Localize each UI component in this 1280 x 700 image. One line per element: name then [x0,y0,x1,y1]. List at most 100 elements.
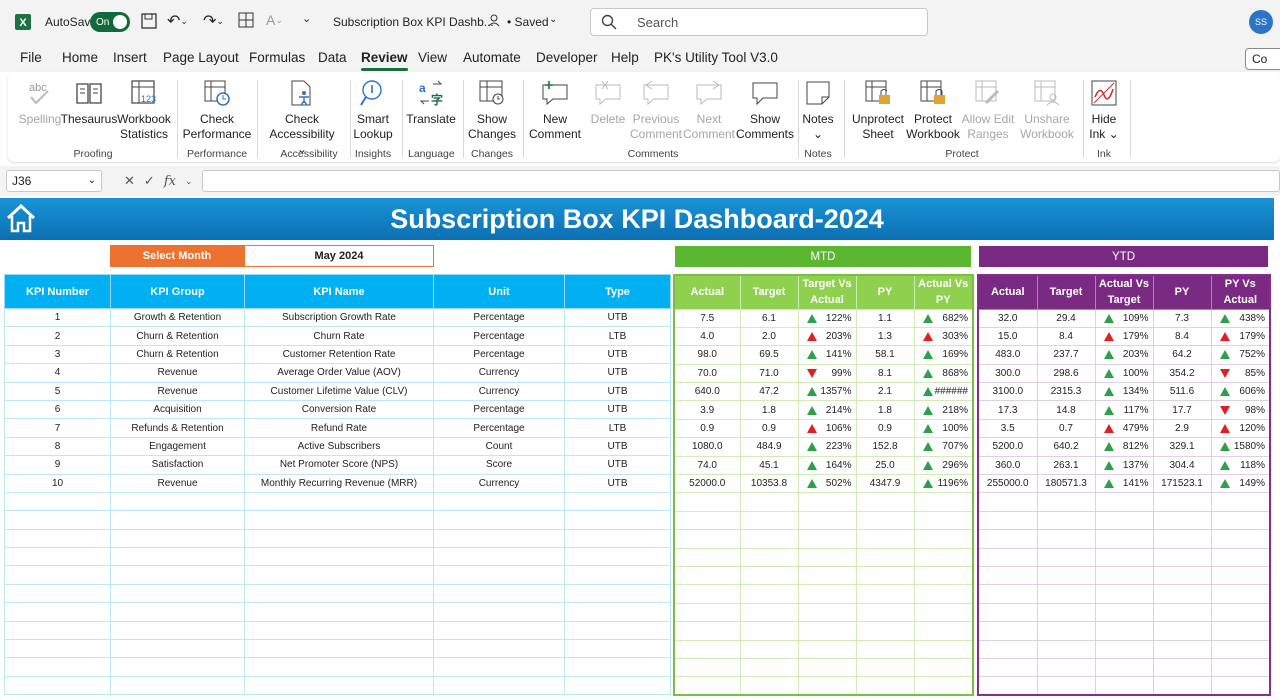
kpi-name-cell[interactable]: Conversion Rate [244,399,434,420]
unit-cell[interactable]: Percentage [433,399,565,420]
mtd-tva-cell[interactable]: 141% [797,345,857,365]
empty-cell[interactable] [797,492,857,512]
empty-cell[interactable] [433,565,565,585]
empty-cell[interactable] [433,639,565,659]
avatar[interactable]: SS [1249,10,1273,34]
unshare-workbook-button[interactable]: Unshare Workbook [1018,78,1076,142]
empty-cell[interactable] [977,676,1038,696]
empty-cell[interactable] [110,510,245,530]
kpi-group-cell[interactable]: Revenue [110,473,245,493]
new-comment-button[interactable]: New Comment [528,78,582,142]
empty-cell[interactable] [110,675,245,696]
empty-cell[interactable] [1036,676,1096,696]
ytd-avt-cell[interactable]: 812% [1094,437,1154,457]
empty-cell[interactable] [433,510,565,530]
mtd-target-cell[interactable]: 6.1 [739,308,799,328]
ytd-actual-cell[interactable]: 3100.0 [977,382,1038,402]
empty-cell[interactable] [433,528,565,549]
ytd-py-cell[interactable]: 171523.1 [1152,474,1212,494]
empty-cell[interactable] [564,528,671,549]
type-cell[interactable]: LTB [564,418,671,438]
tab-page-layout[interactable]: Page Layout [163,50,239,65]
ytd-avt-cell[interactable]: 179% [1094,326,1154,347]
mtd-py-cell[interactable]: 2.1 [855,382,915,402]
tab-developer[interactable]: Developer [536,50,598,65]
empty-cell[interactable] [797,584,857,604]
tab-review[interactable]: Review [361,50,408,71]
kpi-name-cell[interactable]: Churn Rate [244,326,434,346]
kpi-group-cell[interactable]: Revenue [110,363,245,383]
ytd-target-cell[interactable]: 8.4 [1036,326,1096,347]
empty-cell[interactable] [1094,584,1154,604]
empty-cell[interactable] [564,565,671,585]
empty-cell[interactable] [913,584,974,604]
spelling-button[interactable]: abc Spelling [18,78,62,127]
empty-cell[interactable] [244,602,434,622]
ytd-avt-cell[interactable]: 134% [1094,382,1154,402]
empty-cell[interactable] [433,675,565,696]
type-cell[interactable]: LTB [564,326,671,346]
mtd-target-cell[interactable]: 0.9 [739,418,799,439]
empty-cell[interactable] [673,676,741,696]
empty-cell[interactable] [797,676,857,696]
ytd-pva-cell[interactable]: 85% [1210,363,1271,384]
empty-cell[interactable] [4,510,111,530]
empty-cell[interactable] [1152,602,1212,623]
empty-cell[interactable] [977,621,1038,641]
empty-cell[interactable] [913,602,974,623]
empty-cell[interactable] [1094,676,1154,696]
mtd-avp-cell[interactable]: 169% [913,345,974,365]
delete-comment-button[interactable]: Delete [588,78,628,127]
mtd-py-cell[interactable]: 152.8 [855,437,915,457]
tab-insert[interactable]: Insert [113,50,147,65]
empty-cell[interactable] [855,676,915,696]
kpi-group-cell[interactable]: Satisfaction [110,455,245,475]
empty-cell[interactable] [739,602,799,623]
ytd-pva-cell[interactable]: 1580% [1210,437,1271,457]
tab-file[interactable]: File [20,50,42,65]
empty-cell[interactable] [855,510,915,531]
empty-cell[interactable] [977,639,1038,659]
empty-cell[interactable] [1210,492,1271,512]
empty-cell[interactable] [433,583,565,604]
empty-cell[interactable] [1094,657,1154,678]
empty-cell[interactable] [1094,602,1154,623]
tab-formulas[interactable]: Formulas [249,50,305,65]
empty-cell[interactable] [244,583,434,604]
ytd-actual-cell[interactable]: 255000.0 [977,474,1038,494]
empty-cell[interactable] [244,675,434,696]
empty-cell[interactable] [977,565,1038,586]
mtd-tva-cell[interactable]: 502% [797,474,857,494]
cancel-icon[interactable]: ✕ [124,173,135,189]
empty-cell[interactable] [977,657,1038,678]
empty-cell[interactable] [564,657,671,677]
kpi-number-cell[interactable]: 9 [4,455,111,475]
kpi-number-cell[interactable]: 5 [4,381,111,401]
type-cell[interactable]: UTB [564,363,671,383]
check-accessibility-button[interactable]: Check Accessibility ⌄ [264,78,340,157]
ytd-pva-cell[interactable]: 438% [1210,308,1271,328]
type-cell[interactable]: UTB [564,399,671,420]
empty-cell[interactable] [564,547,671,567]
empty-cell[interactable] [110,528,245,549]
unit-cell[interactable]: Percentage [433,326,565,346]
kpi-number-cell[interactable]: 8 [4,436,111,457]
empty-cell[interactable] [1036,602,1096,623]
empty-cell[interactable] [673,547,741,567]
fx-chevron-icon[interactable]: ⌄ [185,176,193,187]
empty-cell[interactable] [739,529,799,549]
share-people-icon[interactable] [488,13,502,27]
ytd-actual-cell[interactable]: 483.0 [977,345,1038,365]
empty-cell[interactable] [855,565,915,586]
mtd-avp-cell[interactable]: 100% [913,418,974,439]
allow-edit-ranges-button[interactable]: Allow Edit Ranges [961,78,1015,142]
worksheet[interactable]: Subscription Box KPI Dashboard-2024 Sele… [0,196,1280,700]
empty-cell[interactable] [110,602,245,622]
empty-cell[interactable] [4,528,111,549]
search-box[interactable]: Search [590,8,928,36]
empty-cell[interactable] [739,492,799,512]
mtd-target-cell[interactable]: 10353.8 [739,474,799,494]
empty-cell[interactable] [977,547,1038,567]
ytd-target-cell[interactable]: 263.1 [1036,455,1096,476]
ytd-actual-cell[interactable]: 3.5 [977,418,1038,439]
